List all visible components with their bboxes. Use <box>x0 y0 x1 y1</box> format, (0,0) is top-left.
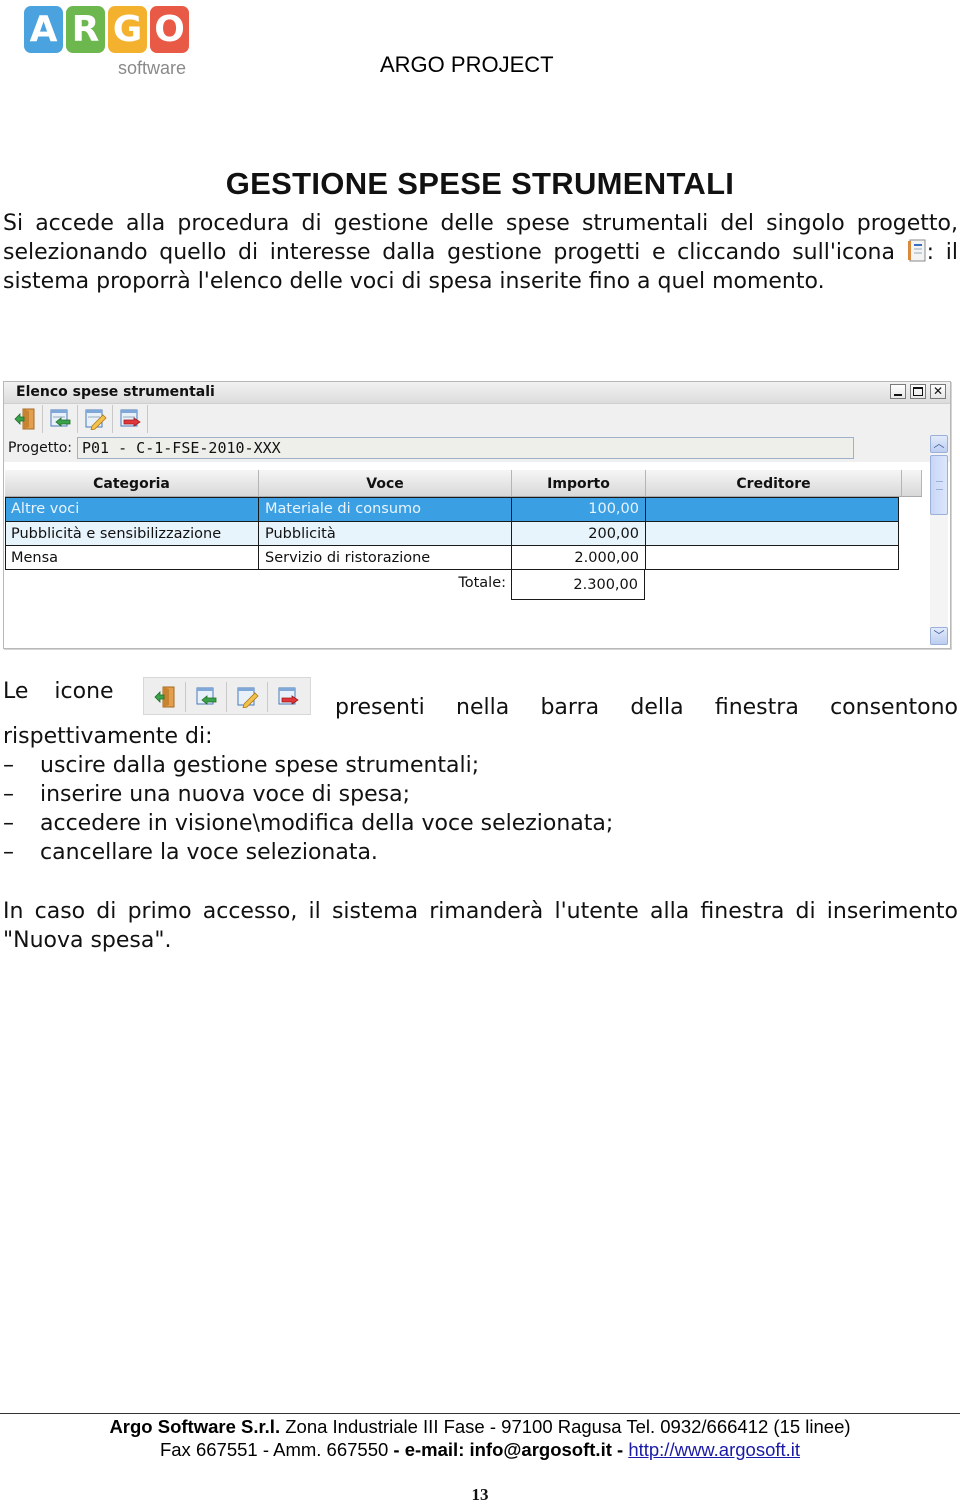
insert-row-icon <box>50 409 71 427</box>
cell-importo: 200,00 <box>512 522 646 546</box>
edit-button[interactable] <box>78 405 113 433</box>
cell-categoria: Pubblicità e sensibilizzazione <box>5 522 259 546</box>
logo-tile-r: R <box>66 6 105 53</box>
exit-door-icon <box>144 682 186 712</box>
cell-voce: Servizio di ristorazione <box>259 546 512 570</box>
list-item: – uscire dalla gestione spese strumentali… <box>3 753 480 778</box>
column-header-importo[interactable]: Importo <box>512 470 646 496</box>
exit-door-icon <box>14 408 35 430</box>
argo-logo: A R G O software <box>24 6 194 78</box>
cell-creditore <box>646 522 899 546</box>
table-row[interactable]: Altre voci Materiale di consumo 100,00 <box>5 497 899 521</box>
icons-text-before-2: icone <box>54 679 114 704</box>
column-header-spacer <box>902 470 922 496</box>
maximize-icon[interactable] <box>910 384 926 399</box>
footer-email: - e-mail: info@argosoft.it - <box>388 1439 629 1460</box>
expense-list-window: Elenco spese strumentali ✕ Progetto: P01… <box>3 381 951 649</box>
scroll-thumb[interactable] <box>930 455 948 515</box>
footer-address: Zona Industriale III Fase - 97100 Ragusa… <box>280 1416 851 1437</box>
icons-text-before-1: Le <box>3 679 29 704</box>
expense-grid: Categoria Voce Importo Creditore Altre v… <box>4 465 926 647</box>
footer-website-link[interactable]: http://www.argosoft.it <box>628 1439 800 1460</box>
table-row[interactable]: Mensa Servizio di ristorazione 2.000,00 <box>5 546 899 570</box>
column-header-voce[interactable]: Voce <box>259 470 512 496</box>
footer-company: Argo Software S.r.l. <box>109 1416 281 1437</box>
list-item: – inserire una nuova voce di spesa; <box>3 782 410 807</box>
delete-row-icon <box>120 409 141 427</box>
icons-text-after-line1: presenti nella barra della finestra cons… <box>335 695 958 720</box>
exit-button[interactable] <box>8 405 43 433</box>
edit-pencil-icon <box>85 409 107 430</box>
column-header-categoria[interactable]: Categoria <box>5 470 259 496</box>
list-item: – cancellare la voce selezionata. <box>3 840 378 865</box>
scroll-down-icon[interactable]: ﹀ <box>930 627 948 645</box>
window-toolbar <box>4 404 950 434</box>
insert-row-icon <box>185 682 227 712</box>
intro-paragraph: Si accede alla procedura di gestione del… <box>3 209 958 296</box>
insert-button[interactable] <box>43 405 78 433</box>
cell-importo: 100,00 <box>512 497 646 521</box>
cell-creditore <box>646 497 899 521</box>
icons-function-list: – uscire dalla gestione spese strumentali… <box>3 751 958 871</box>
logo-tile-o: O <box>150 6 189 53</box>
minimize-icon[interactable] <box>890 384 906 399</box>
toolbar-icons-strip <box>143 677 311 715</box>
footer-line-1: Argo Software S.r.l. Zona Industriale II… <box>0 1416 960 1438</box>
intro-text-1: Si accede alla procedura di gestione del… <box>3 211 958 265</box>
page-number: 13 <box>471 1485 489 1504</box>
footer-fax: Fax 667551 - Amm. 667550 <box>159 1439 389 1460</box>
close-icon[interactable]: ✕ <box>930 384 946 399</box>
footer-line-2: Fax 667551 - Amm. 667550 - e-mail: info@… <box>0 1439 960 1461</box>
cell-categoria: Mensa <box>5 546 259 570</box>
scroll-up-icon[interactable]: ︿ <box>930 435 948 453</box>
column-header-creditore[interactable]: Creditore <box>646 470 902 496</box>
cell-voce: Pubblicità <box>259 522 512 546</box>
delete-button[interactable] <box>113 405 148 433</box>
project-row: Progetto: P01 - C-1-FSE-2010-XXX <box>4 434 950 462</box>
delete-row-icon <box>267 682 308 712</box>
total-label: Totale: <box>458 575 506 591</box>
footer-divider <box>0 1413 960 1414</box>
icons-text-after-line2: rispettivamente di: <box>3 724 213 749</box>
window-titlebar: Elenco spese strumentali ✕ <box>4 382 950 404</box>
table-row[interactable]: Pubblicità e sensibilizzazione Pubblicit… <box>5 522 899 546</box>
total-value: 2.300,00 <box>511 570 645 600</box>
list-item: – accedere in visione\modifica della voce… <box>3 811 614 836</box>
window-title: Elenco spese strumentali <box>16 384 215 400</box>
logo-tile-a: A <box>24 6 63 53</box>
expense-list-icon <box>907 239 927 263</box>
grid-header: Categoria Voce Importo Creditore <box>5 470 922 497</box>
project-label: Progetto: <box>8 440 72 456</box>
project-field[interactable]: P01 - C-1-FSE-2010-XXX <box>77 437 854 459</box>
cell-voce: Materiale di consumo <box>259 497 512 521</box>
edit-pencil-icon <box>226 682 268 712</box>
vertical-scrollbar[interactable]: ︿ ﹀ <box>930 435 948 645</box>
logo-tile-g: G <box>108 6 147 53</box>
cell-creditore <box>646 546 899 570</box>
cell-importo: 2.000,00 <box>512 546 646 570</box>
cell-categoria: Altre voci <box>5 497 259 521</box>
closing-paragraph: In caso di primo accesso, il sistema rim… <box>3 899 958 953</box>
page-title: GESTIONE SPESE STRUMENTALI <box>225 166 735 201</box>
project-title: ARGO PROJECT <box>380 52 554 77</box>
logo-subtitle: software <box>118 58 187 78</box>
